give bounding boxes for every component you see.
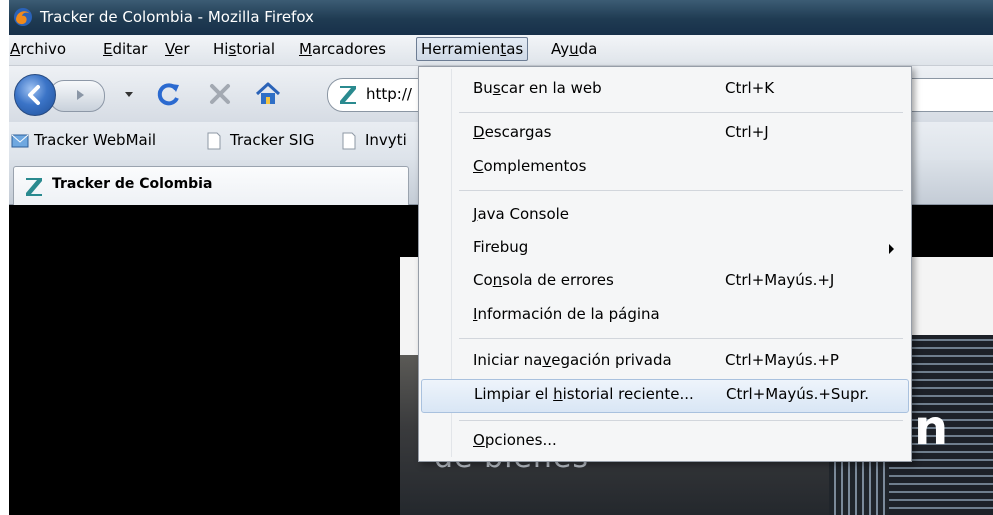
menu-item-iniciar-navegacion-privada[interactable]: Iniciar navegación privada Ctrl+Mayús.+P bbox=[421, 345, 907, 377]
menu-separator bbox=[459, 190, 903, 191]
home-icon[interactable] bbox=[253, 79, 283, 109]
menu-item-complementos[interactable]: Complementos bbox=[421, 151, 907, 183]
menu-item-shortcut: Ctrl+Mayús.+P bbox=[725, 351, 839, 369]
menu-item-limpiar-el-historial-reciente[interactable]: Limpiar el historial reciente... Ctrl+Ma… bbox=[421, 379, 909, 413]
menu-separator bbox=[459, 420, 903, 421]
menu-item-java-console[interactable]: Java Console bbox=[421, 199, 907, 231]
back-button[interactable] bbox=[14, 74, 56, 116]
menu-historial[interactable]: Historial bbox=[213, 40, 275, 58]
url-text: http:// bbox=[366, 85, 412, 103]
menu-item-label: Consola de errores bbox=[473, 271, 614, 289]
reload-icon[interactable] bbox=[154, 79, 184, 109]
bookmark-invyti[interactable]: Invyti bbox=[365, 131, 407, 149]
menu-item-shortcut: Ctrl+J bbox=[725, 123, 769, 141]
menu-item-consola-de-errores[interactable]: Consola de errores Ctrl+Mayús.+J bbox=[421, 265, 907, 297]
menu-item-firebug[interactable]: Firebug bbox=[421, 232, 907, 264]
forward-button[interactable] bbox=[49, 80, 105, 112]
menu-item-label: Complementos bbox=[473, 157, 587, 175]
title-bar: Tracker de Colombia - Mozilla Firefox bbox=[9, 0, 993, 35]
menu-item-shortcut: Ctrl+K bbox=[725, 79, 775, 97]
menu-item-label: Descargas bbox=[473, 123, 552, 141]
menu-item-shortcut: Ctrl+Mayús.+J bbox=[725, 271, 835, 289]
forward-arrow-icon bbox=[77, 90, 84, 100]
menu-item-shortcut: Ctrl+Mayús.+Supr. bbox=[726, 385, 870, 403]
page-bookmark-icon bbox=[207, 132, 221, 150]
menu-item-label: Buscar en la web bbox=[473, 79, 602, 97]
menu-ver[interactable]: Ver bbox=[165, 40, 190, 58]
menu-item-label: Iniciar navegación privada bbox=[473, 351, 672, 369]
menu-ayuda[interactable]: Ayuda bbox=[551, 40, 597, 58]
menu-separator bbox=[459, 338, 903, 339]
back-arrow-icon bbox=[28, 85, 40, 105]
menu-herramientas[interactable]: Herramientas bbox=[416, 37, 529, 61]
firefox-icon bbox=[14, 8, 32, 26]
browser-window: Tracker de Colombia - Mozilla Firefox Ar… bbox=[9, 0, 993, 515]
menu-separator bbox=[459, 112, 903, 113]
menu-bar: Archivo Editar Ver Historial Marcadores … bbox=[9, 35, 993, 66]
menu-item-descargas[interactable]: Descargas Ctrl+J bbox=[421, 117, 907, 149]
history-dropdown-icon[interactable] bbox=[123, 88, 135, 100]
menu-item-buscar-en-la-web[interactable]: Buscar en la web Ctrl+K bbox=[421, 73, 907, 105]
menu-item-informacion-de-la-pagina[interactable]: Información de la página bbox=[421, 299, 907, 331]
bookmark-tracker-webmail[interactable]: Tracker WebMail bbox=[34, 131, 156, 149]
stop-icon[interactable] bbox=[205, 79, 235, 109]
menu-item-label: Limpiar el historial reciente... bbox=[474, 385, 694, 403]
bookmark-tracker-sig[interactable]: Tracker SIG bbox=[230, 131, 314, 149]
page-bookmark-icon bbox=[342, 132, 356, 150]
menu-item-label: Información de la página bbox=[473, 305, 660, 323]
mail-bookmark-icon bbox=[11, 134, 29, 148]
banner-heading: n bbox=[914, 400, 949, 456]
site-favicon-icon bbox=[26, 178, 42, 196]
window-title: Tracker de Colombia - Mozilla Firefox bbox=[40, 8, 314, 26]
menu-item-label: Java Console bbox=[473, 205, 570, 223]
submenu-arrow-icon bbox=[889, 244, 894, 254]
herramientas-dropdown-menu: Buscar en la web Ctrl+K Descargas Ctrl+J… bbox=[418, 66, 912, 462]
menu-item-opciones[interactable]: Opciones... bbox=[421, 425, 907, 457]
menu-archivo[interactable]: Archivo bbox=[10, 40, 66, 58]
site-favicon-icon bbox=[340, 86, 356, 104]
tab-label: Tracker de Colombia bbox=[52, 176, 213, 192]
menu-editar[interactable]: Editar bbox=[103, 40, 147, 58]
tab-tracker-de-colombia[interactable]: Tracker de Colombia bbox=[13, 166, 409, 205]
menu-item-label: Firebug bbox=[473, 238, 529, 256]
menu-item-label: Opciones... bbox=[473, 431, 557, 449]
menu-marcadores[interactable]: Marcadores bbox=[299, 40, 386, 58]
